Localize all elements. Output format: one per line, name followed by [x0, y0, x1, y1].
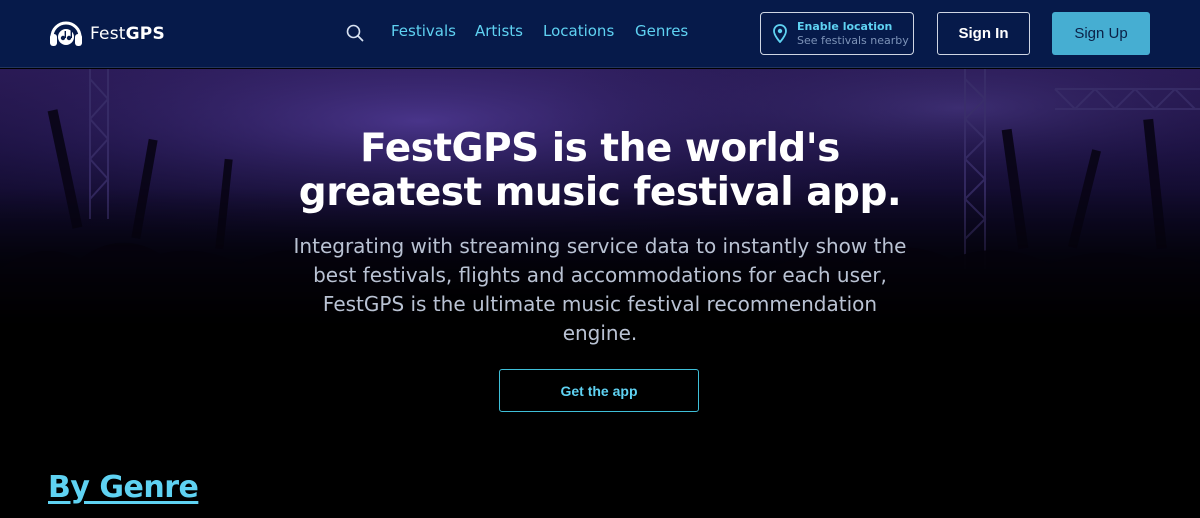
by-genre-heading[interactable]: By Genre	[48, 470, 199, 505]
logo-wordmark-light: Fest	[90, 24, 126, 44]
hero-description: Integrating with streaming service data …	[293, 234, 907, 345]
headphones-logo-icon	[50, 21, 82, 46]
search-button[interactable]	[342, 20, 368, 46]
enable-location-subtitle: See festivals nearby	[797, 33, 909, 47]
sign-in-button[interactable]: Sign In	[937, 12, 1030, 55]
enable-location-button[interactable]: Enable location See festivals nearby	[760, 12, 914, 55]
nav-link-artists[interactable]: Artists	[475, 22, 523, 40]
sign-up-button[interactable]: Sign Up	[1052, 12, 1150, 55]
logo-wordmark: FestGPS	[90, 24, 165, 44]
hero-section: FestGPS is the world's greatest music fe…	[0, 69, 1200, 518]
festgps-logo[interactable]: FestGPS	[48, 17, 165, 51]
map-pin-icon	[773, 24, 787, 43]
nav-link-locations[interactable]: Locations	[543, 22, 614, 40]
nav-link-festivals[interactable]: Festivals	[391, 22, 456, 40]
hero-headline-line1: FestGPS is the world's	[360, 126, 840, 171]
get-the-app-button[interactable]: Get the app	[499, 369, 699, 412]
enable-location-text: Enable location See festivals nearby	[797, 20, 909, 48]
hero-headline: FestGPS is the world's greatest music fe…	[0, 127, 1200, 215]
hero-headline-line2: greatest music festival app.	[298, 170, 902, 215]
search-icon	[346, 24, 364, 42]
nav-link-genres[interactable]: Genres	[635, 22, 688, 40]
logo-wordmark-bold: GPS	[125, 24, 165, 44]
top-navbar: FestGPS Festivals Artists Locations Genr…	[0, 0, 1200, 68]
enable-location-title: Enable location	[797, 19, 893, 33]
